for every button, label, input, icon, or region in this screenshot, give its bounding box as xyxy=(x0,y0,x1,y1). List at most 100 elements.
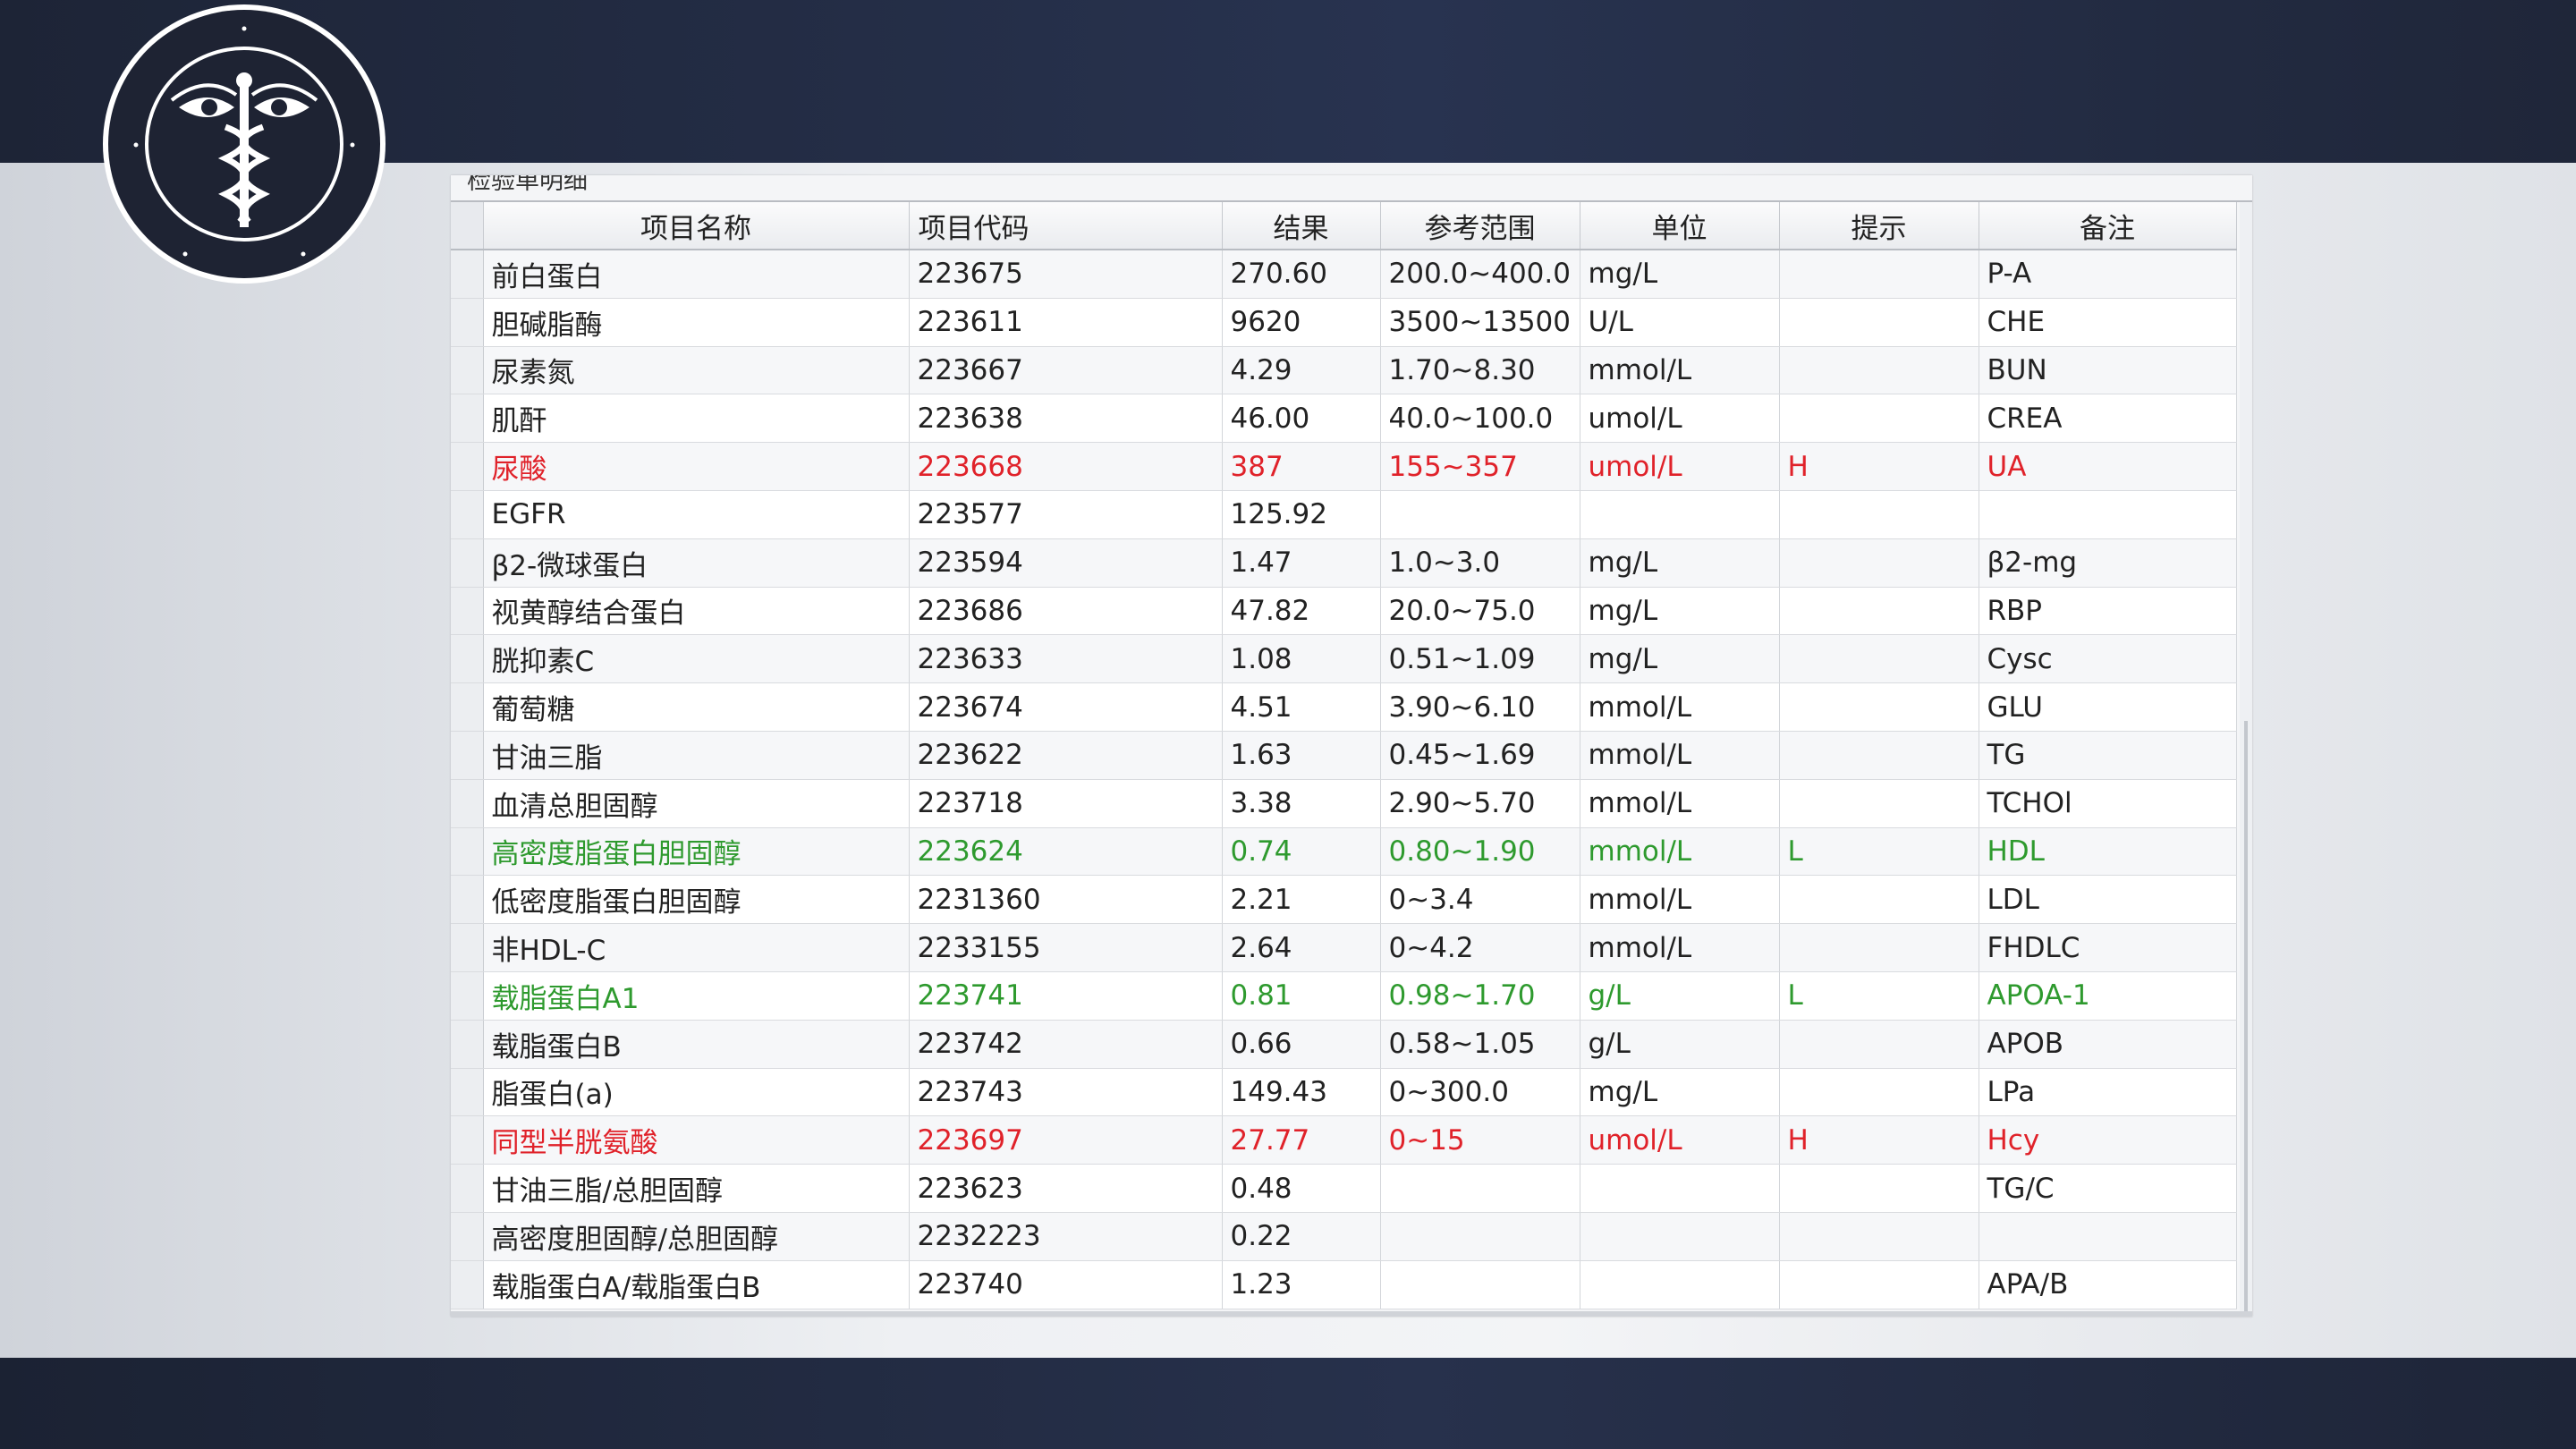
cell-code: 223624 xyxy=(909,827,1223,877)
cell-note: FHDLC xyxy=(1979,923,2237,972)
table-bottom-edge xyxy=(451,1311,2252,1317)
cell-range: 40.0~100.0 xyxy=(1380,394,1580,444)
cell-range: 200.0~400.0 xyxy=(1380,250,1580,299)
cell-flag xyxy=(1779,1020,1979,1069)
row-header-cell[interactable] xyxy=(451,1115,484,1165)
table-row[interactable]: 血清总胆固醇 223718 3.38 2.90~5.70 mmol/L TCHOl xyxy=(451,779,2237,828)
cell-name: 载脂蛋白A1 xyxy=(483,971,910,1021)
column-header-unit[interactable]: 单位 xyxy=(1580,202,1780,250)
row-header-cell[interactable] xyxy=(451,250,484,299)
cell-note: β2-mg xyxy=(1979,538,2237,588)
caduceus-emblem-icon xyxy=(100,2,388,286)
cell-result: 0.48 xyxy=(1222,1164,1381,1213)
cell-unit: mg/L xyxy=(1580,634,1780,684)
table-row[interactable]: 高密度胆固醇/总胆固醇 2232223 0.22 xyxy=(451,1212,2237,1261)
row-header-cell[interactable] xyxy=(451,587,484,636)
row-header-cell[interactable] xyxy=(451,346,484,395)
table-row[interactable]: 视黄醇结合蛋白 223686 47.82 20.0~75.0 mg/L RBP xyxy=(451,587,2237,636)
cell-result: 9620 xyxy=(1222,298,1381,347)
row-header-cell[interactable] xyxy=(451,1020,484,1069)
cell-name: 胱抑素C xyxy=(483,634,910,684)
cell-note: Cysc xyxy=(1979,634,2237,684)
cell-code: 223611 xyxy=(909,298,1223,347)
table-row[interactable]: 载脂蛋白A1 223741 0.81 0.98~1.70 g/L L APOA-1 xyxy=(451,971,2237,1021)
cell-result: 125.92 xyxy=(1222,490,1381,539)
row-header-cell[interactable] xyxy=(451,1212,484,1261)
cell-flag: L xyxy=(1779,827,1979,877)
table-row[interactable]: 非HDL-C 2233155 2.64 0~4.2 mmol/L FHDLC xyxy=(451,923,2237,972)
cell-note: BUN xyxy=(1979,346,2237,395)
cell-unit: mmol/L xyxy=(1580,827,1780,877)
cell-range: 0.80~1.90 xyxy=(1380,827,1580,877)
table-row[interactable]: 载脂蛋白B 223742 0.66 0.58~1.05 g/L APOB xyxy=(451,1020,2237,1069)
table-body: 前白蛋白 223675 270.60 200.0~400.0 mg/L P-A 胆碱脂酶 22… xyxy=(451,250,2237,1309)
cell-range: 0.45~1.69 xyxy=(1380,731,1580,780)
table-row[interactable]: 前白蛋白 223675 270.60 200.0~400.0 mg/L P-A xyxy=(451,250,2237,299)
cell-result: 270.60 xyxy=(1222,250,1381,299)
cell-flag xyxy=(1779,394,1979,444)
column-header-range[interactable]: 参考范围 xyxy=(1380,202,1580,250)
cell-note: UA xyxy=(1979,442,2237,491)
cell-code: 223743 xyxy=(909,1068,1223,1117)
row-header-cell[interactable] xyxy=(451,634,484,684)
table-row[interactable]: 载脂蛋白A/载脂蛋白B 223740 1.23 APA/B xyxy=(451,1260,2237,1309)
cell-unit: mmol/L xyxy=(1580,731,1780,780)
table-row[interactable]: EGFR 223577 125.92 xyxy=(451,490,2237,539)
table-row[interactable]: β2-微球蛋白 223594 1.47 1.0~3.0 mg/L β2-mg xyxy=(451,538,2237,588)
cell-name: 肌酐 xyxy=(483,394,910,444)
column-header-note[interactable]: 备注 xyxy=(1979,202,2237,250)
column-header-name[interactable]: 项目名称 xyxy=(483,202,910,250)
cell-name: EGFR xyxy=(483,490,910,539)
cell-note: CREA xyxy=(1979,394,2237,444)
cell-range xyxy=(1380,490,1580,539)
table-row[interactable]: 葡萄糖 223674 4.51 3.90~6.10 mmol/L GLU xyxy=(451,682,2237,732)
cell-flag: H xyxy=(1779,442,1979,491)
cell-flag xyxy=(1779,1068,1979,1117)
table-row[interactable]: 甘油三脂/总胆固醇 223623 0.48 TG/C xyxy=(451,1164,2237,1213)
cell-flag xyxy=(1779,634,1979,684)
column-header-result[interactable]: 结果 xyxy=(1222,202,1381,250)
row-header-corner xyxy=(451,202,484,250)
cell-range: 20.0~75.0 xyxy=(1380,587,1580,636)
table-row[interactable]: 高密度脂蛋白胆固醇 223624 0.74 0.80~1.90 mmol/L L HDL xyxy=(451,827,2237,877)
cell-flag xyxy=(1779,682,1979,732)
row-header-cell[interactable] xyxy=(451,971,484,1021)
cell-range: 0~3.4 xyxy=(1380,875,1580,925)
row-header-cell[interactable] xyxy=(451,1164,484,1213)
table-row[interactable]: 尿素氮 223667 4.29 1.70~8.30 mmol/L BUN xyxy=(451,346,2237,395)
row-header-cell[interactable] xyxy=(451,1260,484,1309)
cell-unit: mmol/L xyxy=(1580,875,1780,925)
cell-unit xyxy=(1580,1260,1780,1309)
table-row[interactable]: 胱抑素C 223633 1.08 0.51~1.09 mg/L Cysc xyxy=(451,634,2237,684)
row-header-cell[interactable] xyxy=(451,298,484,347)
row-header-cell[interactable] xyxy=(451,682,484,732)
cell-result: 1.23 xyxy=(1222,1260,1381,1309)
table-row[interactable]: 同型半胱氨酸 223697 27.77 0~15 umol/L H Hcy xyxy=(451,1115,2237,1165)
row-header-cell[interactable] xyxy=(451,923,484,972)
row-header-cell[interactable] xyxy=(451,394,484,444)
table-row[interactable]: 甘油三脂 223622 1.63 0.45~1.69 mmol/L TG xyxy=(451,731,2237,780)
row-header-cell[interactable] xyxy=(451,490,484,539)
table-row[interactable]: 胆碱脂酶 223611 9620 3500~13500 U/L CHE xyxy=(451,298,2237,347)
row-header-cell[interactable] xyxy=(451,875,484,925)
table-row[interactable]: 脂蛋白(a) 223743 149.43 0~300.0 mg/L LPa xyxy=(451,1068,2237,1117)
scrollbar-thumb[interactable] xyxy=(2244,721,2248,1311)
column-header-flag[interactable]: 提示 xyxy=(1779,202,1979,250)
column-header-code[interactable]: 项目代码 xyxy=(909,202,1223,250)
row-header-cell[interactable] xyxy=(451,442,484,491)
row-header-cell[interactable] xyxy=(451,779,484,828)
row-header-cell[interactable] xyxy=(451,827,484,877)
row-header-cell[interactable] xyxy=(451,538,484,588)
cell-range: 0.58~1.05 xyxy=(1380,1020,1580,1069)
row-header-cell[interactable] xyxy=(451,1068,484,1117)
cell-unit xyxy=(1580,1164,1780,1213)
cell-range: 0~300.0 xyxy=(1380,1068,1580,1117)
table-row[interactable]: 肌酐 223638 46.00 40.0~100.0 umol/L CREA xyxy=(451,394,2237,444)
cell-code: 223577 xyxy=(909,490,1223,539)
table-row[interactable]: 低密度脂蛋白胆固醇 2231360 2.21 0~3.4 mmol/L LDL xyxy=(451,875,2237,925)
cell-code: 223594 xyxy=(909,538,1223,588)
row-header-cell[interactable] xyxy=(451,731,484,780)
table-row[interactable]: 尿酸 223668 387 155~357 umol/L H UA xyxy=(451,442,2237,491)
cell-unit: mg/L xyxy=(1580,250,1780,299)
cell-note: APOA-1 xyxy=(1979,971,2237,1021)
